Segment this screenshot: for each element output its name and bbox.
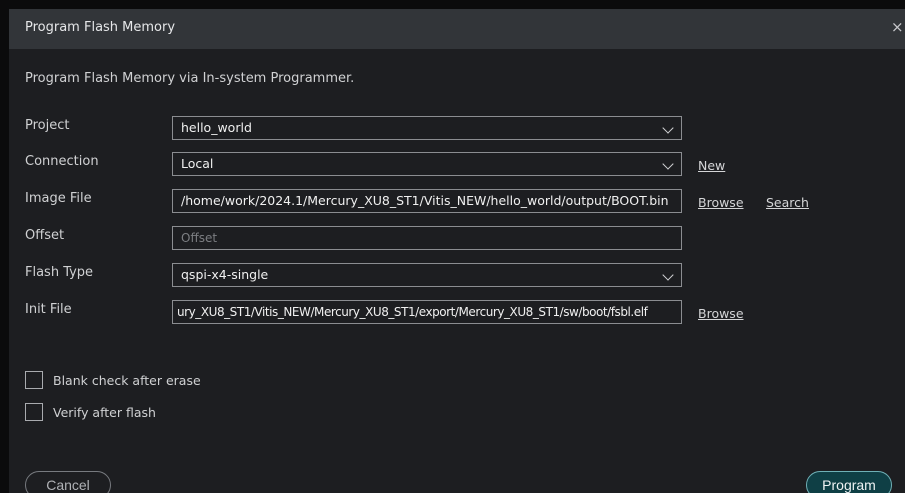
- offset-input[interactable]: Offset: [172, 226, 682, 250]
- image-file-label: Image File: [25, 191, 92, 206]
- project-select[interactable]: hello_world: [172, 116, 682, 140]
- image-file-browse-link[interactable]: Browse: [698, 195, 744, 210]
- program-flash-dialog: Program Flash Memory × Program Flash Mem…: [9, 9, 905, 493]
- offset-label: Offset: [25, 228, 65, 243]
- connection-label: Connection: [25, 154, 99, 169]
- connection-select[interactable]: Local: [172, 152, 682, 176]
- program-button[interactable]: Program: [806, 471, 892, 493]
- init-file-label: Init File: [25, 302, 72, 317]
- init-file-input[interactable]: ury_XU8_ST1/Vitis_NEW/Mercury_XU8_ST1/ex…: [172, 300, 682, 324]
- cancel-button[interactable]: Cancel: [25, 471, 111, 493]
- dialog-subtitle: Program Flash Memory via In-system Progr…: [25, 71, 355, 86]
- image-file-search-link[interactable]: Search: [766, 195, 809, 210]
- chevron-down-icon: [662, 122, 674, 134]
- image-file-input[interactable]: /home/work/2024.1/Mercury_XU8_ST1/Vitis_…: [172, 189, 682, 213]
- new-connection-link[interactable]: New: [698, 158, 725, 173]
- blank-check-checkbox[interactable]: [25, 371, 43, 389]
- init-file-browse-link[interactable]: Browse: [698, 306, 744, 321]
- verify-checkbox[interactable]: [25, 403, 43, 421]
- connection-value: Local: [181, 156, 214, 171]
- project-label: Project: [25, 118, 70, 133]
- close-icon[interactable]: ×: [891, 18, 904, 36]
- blank-check-label: Blank check after erase: [53, 373, 201, 388]
- chevron-down-icon: [662, 269, 674, 281]
- flash-type-select[interactable]: qspi-x4-single: [172, 263, 682, 287]
- dialog-titlebar: Program Flash Memory ×: [9, 9, 905, 49]
- flash-type-value: qspi-x4-single: [181, 267, 269, 282]
- verify-label: Verify after flash: [53, 405, 156, 420]
- chevron-down-icon: [662, 158, 674, 170]
- dialog-title: Program Flash Memory: [25, 20, 176, 35]
- flash-type-label: Flash Type: [25, 265, 94, 280]
- project-value: hello_world: [181, 120, 252, 135]
